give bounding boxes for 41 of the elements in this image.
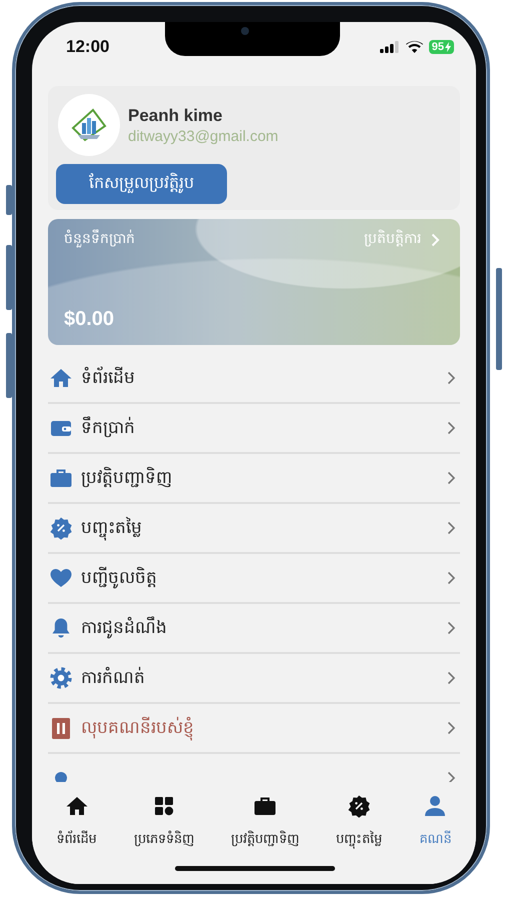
menu-item[interactable]: ការជូនដំណឹង: [48, 604, 460, 654]
discount-badge-icon: [347, 794, 372, 818]
tab-item[interactable]: ប្រភេទទំនិញ: [115, 782, 212, 850]
chevron-right-icon: [447, 671, 456, 685]
chevron-right-icon: [447, 521, 456, 535]
user-email: ditwayy33@gmail.com: [128, 128, 278, 144]
menu-item[interactable]: ប្រវត្តិបញ្ជាទិញ: [48, 454, 460, 504]
chevron-right-icon: [447, 621, 456, 635]
chevron-right-icon: [447, 471, 456, 485]
signal-icon: [380, 41, 400, 53]
tab-item[interactable]: គណនី: [400, 782, 470, 850]
discount-badge-icon: [49, 516, 73, 540]
menu-item[interactable]: ការកំណត់: [48, 654, 460, 704]
tab-item[interactable]: បញ្ចុះតម្លៃ: [318, 782, 401, 850]
home-icon: [64, 794, 89, 818]
chevron-right-icon: [447, 371, 456, 385]
edit-profile-button[interactable]: កែសម្រួលប្រវត្តិរូប: [56, 164, 227, 204]
chevron-right-icon: [447, 771, 456, 782]
menu-item[interactable]: បញ្ជីចូលចិត្ត: [48, 554, 460, 604]
chevron-right-icon: [447, 721, 456, 735]
menu-item[interactable]: លុបគណនីរបស់ខ្ញុំ: [48, 704, 460, 754]
logo-icon: [69, 106, 109, 144]
user-icon: [423, 794, 448, 818]
battery-indicator: 95: [428, 40, 454, 54]
settings-icon: [49, 666, 73, 690]
tab-item[interactable]: ប្រវត្តិបញ្ជាទិញ: [212, 782, 318, 850]
home-icon: [49, 366, 73, 390]
chevron-right-icon: [431, 232, 440, 246]
menu-item[interactable]: ទំព័រដើម: [48, 354, 460, 404]
trash-icon: [49, 716, 73, 740]
wifi-icon: [406, 41, 423, 53]
heart-icon: [49, 566, 73, 590]
chevron-right-icon: [447, 571, 456, 585]
status-time: 12:00: [66, 37, 110, 57]
menu-item[interactable]: បញ្ចុះតម្លៃ: [48, 504, 460, 554]
menu-item[interactable]: ទឹកប្រាក់: [48, 404, 460, 454]
user-name: Peanh kime: [128, 106, 224, 126]
balance-label: ចំនួនទឹកប្រាក់: [64, 229, 135, 250]
chevron-right-icon: [447, 421, 456, 435]
tab-item[interactable]: ទំព័រដើម: [38, 782, 116, 850]
balance-amount: $0.00: [64, 308, 116, 331]
